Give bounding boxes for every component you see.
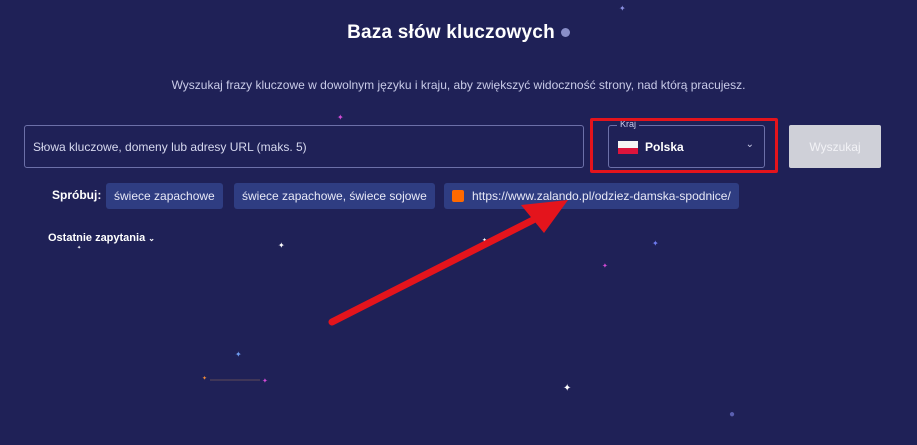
annotation-arrow	[210, 200, 568, 381]
